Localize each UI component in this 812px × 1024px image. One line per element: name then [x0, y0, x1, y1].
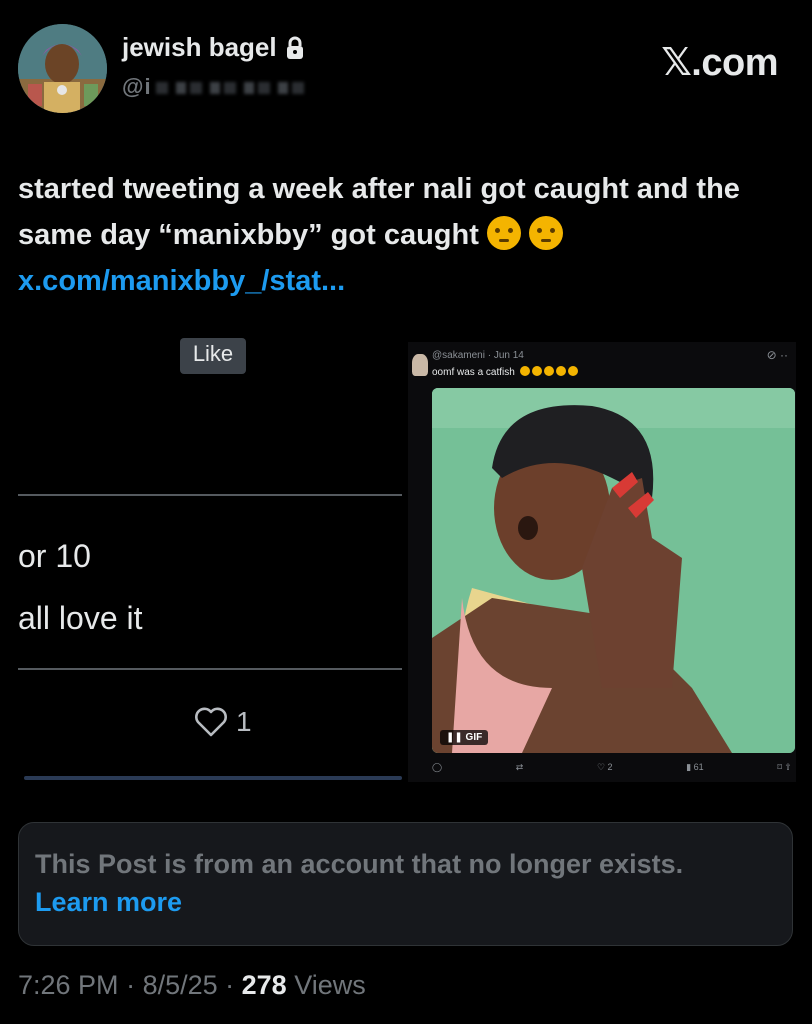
avatar-icon [412, 354, 428, 376]
crying-face-icon [543, 366, 554, 376]
attached-image-left[interactable]: Like or 10 all love it 1 [18, 338, 402, 782]
post-date[interactable]: 8/5/25 [143, 970, 218, 1000]
views-count: 278 [241, 970, 287, 1000]
like-button: Like [180, 338, 246, 374]
embedded-text-row: oomf was a catfish [432, 366, 578, 378]
crying-face-icon [519, 366, 530, 376]
like-count: 1 [236, 706, 252, 737]
like-count-row: 1 [194, 706, 252, 738]
display-name-row[interactable]: jewish bagel [122, 32, 305, 63]
like-stat: ♡ 2 [596, 762, 613, 772]
embedded-date: Jun 14 [493, 350, 524, 361]
embedded-handle: @sakameni [432, 350, 485, 361]
handle-text: @i [122, 74, 152, 99]
more-icon: ⊘ ·· [766, 348, 788, 362]
embedded-meta: @sakameni · Jun 14 [432, 350, 524, 361]
post-timestamp-row: 7:26 PM · 8/5/25 · 278 Views [18, 970, 366, 1000]
tweet-link[interactable]: x.com/manixbby_/stat... [18, 265, 345, 297]
embedded-views: 61 [693, 762, 704, 772]
crying-face-icon [531, 366, 542, 376]
display-name[interactable]: jewish bagel [122, 32, 277, 63]
redacted-handle [155, 82, 306, 95]
unavailable-post-notice: This Post is from an account that no lon… [18, 822, 793, 946]
post-time[interactable]: 7:26 PM [18, 970, 119, 1000]
thinking-face-icon [529, 216, 564, 250]
divider [18, 668, 402, 670]
embedded-likes: 2 [607, 762, 613, 772]
gif-media: ❚❚ GIF [432, 388, 795, 753]
screenshot-text-line: all love it [18, 600, 143, 636]
embedded-action-bar: ◯ ⇄ ♡ 2 ▮ 61 ⌑ ⇧ [432, 762, 792, 773]
tweet-text: started tweeting a week after nali got c… [18, 166, 788, 304]
gif-badge: ❚❚ GIF [440, 730, 489, 745]
views-stat: ▮ 61 [686, 762, 704, 772]
tweet-body: started tweeting a week after nali got c… [18, 173, 740, 251]
avatar-icon [18, 24, 107, 113]
crying-face-icon [555, 366, 566, 376]
lock-icon [286, 36, 303, 59]
screenshot-text-line: or 10 [18, 538, 91, 574]
views-label: Views [294, 970, 366, 1000]
notice-message: This Post is from an account that no lon… [35, 849, 684, 879]
gif-frame-image [432, 388, 795, 753]
gif-label: GIF [465, 732, 483, 743]
handle: @i [122, 74, 306, 100]
bookmark-icon: ⌑ ⇧ [777, 762, 792, 772]
thinking-face-icon [486, 216, 521, 250]
learn-more-link[interactable]: Learn more [35, 887, 182, 917]
heart-icon [195, 707, 227, 737]
attached-image-right[interactable]: @sakameni · Jun 14 ⊘ ·· oomf was a catfi… [408, 342, 796, 782]
brand-logo: 𝕏.com [661, 42, 778, 84]
divider [24, 776, 402, 780]
reply-icon: ◯ [432, 762, 443, 772]
divider [18, 494, 402, 496]
avatar[interactable] [18, 24, 107, 113]
embedded-text: oomf was a catfish [432, 367, 515, 378]
retweet-icon: ⇄ [515, 762, 524, 772]
crying-face-icon [567, 366, 578, 376]
